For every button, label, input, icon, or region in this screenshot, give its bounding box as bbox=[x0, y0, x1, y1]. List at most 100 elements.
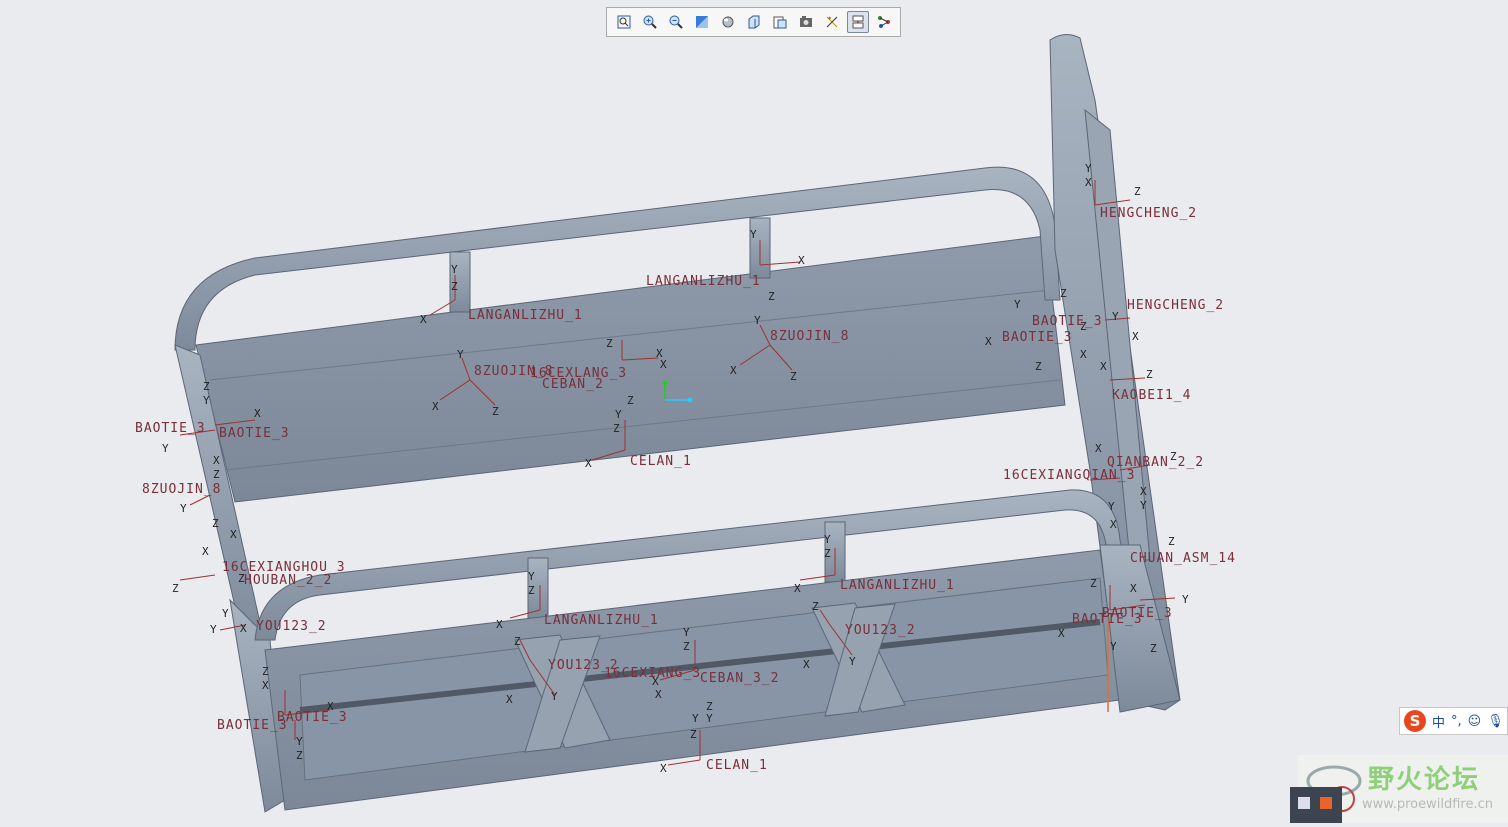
svg-text:Z: Z bbox=[212, 517, 219, 530]
svg-text:Y: Y bbox=[824, 533, 831, 546]
label-baotie-l1: BAOTIE_3 bbox=[135, 421, 206, 436]
tray-icons[interactable] bbox=[1290, 787, 1342, 823]
svg-text:X: X bbox=[1058, 627, 1065, 640]
svg-text:X: X bbox=[985, 335, 992, 348]
svg-text:Y: Y bbox=[1140, 499, 1147, 512]
svg-text:Z: Z bbox=[790, 370, 797, 383]
svg-text:X: X bbox=[230, 528, 237, 541]
svg-text:Y: Y bbox=[457, 348, 464, 361]
svg-text:X: X bbox=[660, 762, 667, 775]
label-baotie-r2: BAOTIE_3 bbox=[1002, 330, 1073, 345]
svg-text:Z: Z bbox=[1035, 360, 1042, 373]
microphone-icon[interactable]: 🎙 bbox=[1487, 714, 1504, 729]
svg-text:Y: Y bbox=[162, 442, 169, 455]
svg-text:Y: Y bbox=[210, 623, 217, 636]
ime-language[interactable]: 中 bbox=[1432, 712, 1445, 731]
svg-text:Z: Z bbox=[768, 290, 775, 303]
svg-text:X: X bbox=[1095, 442, 1102, 455]
svg-text:Z: Z bbox=[1168, 535, 1175, 548]
label-ceban-front: CEBAN_3_2 bbox=[700, 671, 779, 686]
ime-punctuation[interactable]: °, bbox=[1451, 714, 1462, 729]
svg-text:Z: Z bbox=[606, 337, 613, 350]
label-baotie-l2: BAOTIE_3 bbox=[219, 426, 290, 441]
svg-text:X: X bbox=[432, 400, 439, 413]
svg-text:Z: Z bbox=[172, 582, 179, 595]
svg-text:Z: Z bbox=[613, 422, 620, 435]
label-celan-front: CELAN_1 bbox=[706, 758, 768, 773]
svg-text:Y: Y bbox=[451, 263, 458, 276]
svg-text:Y: Y bbox=[1110, 640, 1117, 653]
svg-text:Y: Y bbox=[551, 690, 558, 703]
label-ceban-back: CEBAN_2 bbox=[542, 377, 604, 392]
svg-text:X: X bbox=[213, 454, 220, 467]
svg-text:Z: Z bbox=[492, 405, 499, 418]
svg-text:Z: Z bbox=[514, 635, 521, 648]
label-celan-back: CELAN_1 bbox=[630, 454, 692, 469]
label-baotie-bl2: BAOTIE_3 bbox=[277, 710, 348, 725]
svg-text:Z: Z bbox=[262, 665, 269, 678]
svg-text:Y: Y bbox=[203, 394, 210, 407]
svg-text:Z: Z bbox=[213, 468, 220, 481]
label-langanlizhu-back-left: LANGANLIZHU_1 bbox=[468, 308, 583, 323]
svg-text:X: X bbox=[1110, 518, 1117, 531]
svg-text:Z: Z bbox=[1060, 287, 1067, 300]
label-kaobei: KAOBEI1_4 bbox=[1112, 388, 1191, 403]
svg-text:Z: Z bbox=[1150, 642, 1157, 655]
svg-text:X: X bbox=[803, 658, 810, 671]
svg-text:Z: Z bbox=[812, 600, 819, 613]
label-langanlizhu-back-right: LANGANLIZHU_1 bbox=[646, 274, 761, 289]
label-hengcheng-mid: HENGCHENG_2 bbox=[1127, 298, 1224, 313]
svg-text:Y: Y bbox=[296, 735, 303, 748]
svg-text:X: X bbox=[585, 457, 592, 470]
label-cexiangqian: 16CEXIANGQIAN_3 bbox=[1003, 468, 1135, 483]
svg-text:X: X bbox=[254, 407, 261, 420]
svg-text:X: X bbox=[655, 688, 662, 701]
svg-text:Y: Y bbox=[1108, 500, 1115, 513]
svg-text:Z: Z bbox=[690, 728, 697, 741]
svg-text:X: X bbox=[202, 545, 209, 558]
svg-text:Z: Z bbox=[1146, 368, 1153, 381]
svg-text:Z: Z bbox=[627, 394, 634, 407]
label-chuan-asm: CHUAN_ASM_14 bbox=[1130, 551, 1236, 566]
label-baotie-r1: BAOTIE_3 bbox=[1032, 314, 1103, 329]
svg-text:Z: Z bbox=[296, 749, 303, 762]
svg-text:Y: Y bbox=[1182, 593, 1189, 606]
svg-text:X: X bbox=[496, 618, 503, 631]
tray-app-icon[interactable] bbox=[1290, 787, 1342, 823]
label-xiangsan: 16CEXIANG_3 bbox=[604, 666, 701, 681]
label-zuojin-right: 8ZUOJIN_8 bbox=[770, 329, 849, 344]
svg-text:Y: Y bbox=[750, 228, 757, 241]
svg-text:Z: Z bbox=[451, 280, 458, 293]
label-you-right: YOU123_2 bbox=[845, 623, 916, 638]
sogou-logo-icon[interactable]: S bbox=[1404, 710, 1426, 732]
ime-toolbar[interactable]: S 中 °, ☺ 🎙 bbox=[1399, 707, 1508, 735]
svg-text:X: X bbox=[262, 679, 269, 692]
svg-text:X: X bbox=[798, 254, 805, 267]
svg-text:Y: Y bbox=[849, 655, 856, 668]
svg-text:X: X bbox=[1085, 176, 1092, 189]
emoji-icon[interactable]: ☺ bbox=[1468, 714, 1482, 729]
svg-text:Y: Y bbox=[180, 502, 187, 515]
svg-text:X: X bbox=[1132, 330, 1139, 343]
label-houban: HOUBAN_2_2 bbox=[244, 573, 332, 588]
label-langanlizhu-front-left: LANGANLIZHU_1 bbox=[544, 613, 659, 628]
model-viewport[interactable]: YXZ YXZ YX Z YX Z ZXX YZXZ YXZ ZYX ZYX ZXX… bbox=[0, 0, 1508, 823]
svg-text:Y: Y bbox=[754, 314, 761, 327]
svg-text:Z: Z bbox=[824, 547, 831, 560]
svg-text:X: X bbox=[1100, 360, 1107, 373]
svg-text:Z: Z bbox=[203, 380, 210, 393]
svg-text:X: X bbox=[730, 364, 737, 377]
svg-text:X: X bbox=[1080, 348, 1087, 361]
svg-text:X: X bbox=[660, 358, 667, 371]
svg-text:Y: Y bbox=[706, 712, 713, 725]
svg-text:Y: Y bbox=[222, 607, 229, 620]
svg-text:Z: Z bbox=[683, 640, 690, 653]
label-baotie-br2: BAOTIE_3 bbox=[1102, 606, 1173, 621]
svg-text:Z: Z bbox=[1090, 577, 1097, 590]
svg-text:Y: Y bbox=[1085, 162, 1092, 175]
svg-text:Y: Y bbox=[1014, 298, 1021, 311]
svg-text:X: X bbox=[1130, 582, 1137, 595]
label-you-left: YOU123_2 bbox=[256, 619, 327, 634]
svg-text:Y: Y bbox=[1112, 310, 1119, 323]
svg-text:Y: Y bbox=[683, 626, 690, 639]
